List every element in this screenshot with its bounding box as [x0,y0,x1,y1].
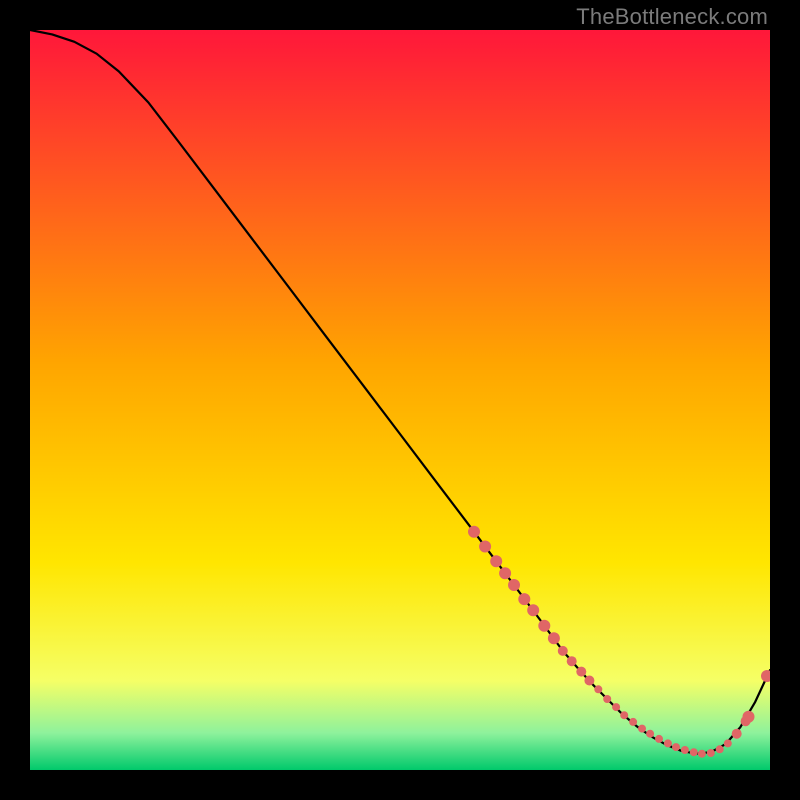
data-marker [629,718,637,726]
data-marker [490,555,502,567]
data-marker [707,749,715,757]
chart-plot [30,30,770,770]
data-marker [468,526,480,538]
data-marker [548,632,560,644]
data-marker [527,604,539,616]
data-marker [584,676,594,686]
data-marker [672,743,680,751]
data-marker [479,541,491,553]
data-marker [646,730,654,738]
data-marker [594,685,602,693]
data-marker [576,667,586,677]
chart-svg [30,30,770,770]
data-marker [664,739,672,747]
data-marker [620,711,628,719]
data-marker [558,646,568,656]
data-marker [518,593,530,605]
data-marker [743,711,755,723]
data-marker [698,750,706,758]
data-marker [681,746,689,754]
data-marker [499,567,511,579]
gradient-background [30,30,770,770]
data-marker [655,735,663,743]
data-marker [538,620,550,632]
data-marker [603,695,611,703]
data-marker [567,656,577,666]
data-marker [732,729,742,739]
watermark-text: TheBottleneck.com [576,4,768,30]
data-marker [690,748,698,756]
data-marker [716,745,724,753]
chart-frame: TheBottleneck.com [0,0,800,800]
data-marker [724,739,732,747]
data-marker [508,579,520,591]
data-marker [638,725,646,733]
data-marker [612,703,620,711]
